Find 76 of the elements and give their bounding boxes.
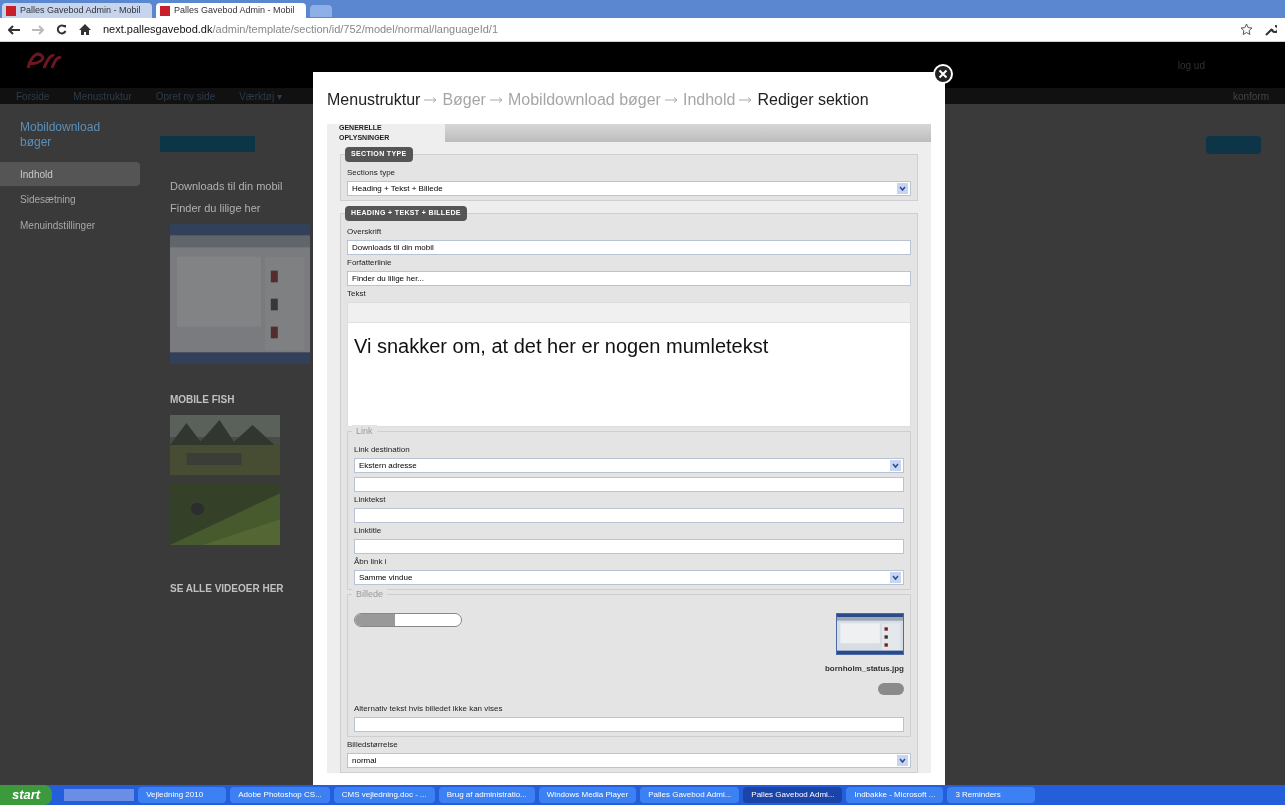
field-label: Alternativ tekst hvis billedet ikke kan vises bbox=[354, 703, 504, 715]
section-title: SE ALLE VIDEOER HER bbox=[170, 581, 284, 596]
file-name: bornholm_status.jpg bbox=[824, 663, 904, 675]
home-icon[interactable] bbox=[79, 24, 91, 35]
field-label: Billedstørrelse bbox=[347, 739, 399, 751]
taskbar-button[interactable]: Adobe Photoshop CS... bbox=[230, 787, 330, 803]
forward-icon[interactable] bbox=[32, 24, 44, 35]
taskbar-button[interactable]: Palles Gavebod Admi... bbox=[640, 787, 740, 803]
dropdown[interactable]: normal bbox=[347, 753, 911, 768]
breadcrumb-link[interactable]: Rediger sektion bbox=[757, 88, 869, 112]
input-field[interactable] bbox=[354, 508, 904, 523]
browser-tab[interactable]: Palles Gavebod Admin - Mobil bbox=[2, 3, 152, 18]
arrow-icon bbox=[424, 97, 439, 103]
favicon-icon bbox=[160, 5, 170, 16]
text-editor[interactable]: Vi snakker om, at det her er nogen mumletekst bbox=[347, 302, 911, 427]
add-button[interactable] bbox=[160, 136, 255, 152]
dropdown-value: normal bbox=[352, 754, 377, 767]
field-label: Linktitle bbox=[354, 525, 383, 537]
tab-label: Palles Gavebod Admin - Mobil bbox=[20, 3, 141, 17]
dropdown-value: Heading + Tekst + Billede bbox=[352, 182, 443, 195]
breadcrumb-link[interactable]: Indhold bbox=[682, 88, 736, 112]
taskbar-button[interactable]: 3 Reminders bbox=[947, 787, 1036, 803]
tab-label: Palles Gavebod Admin - Mobil bbox=[174, 3, 295, 17]
back-icon[interactable] bbox=[8, 24, 20, 35]
taskbar-button[interactable]: Indbakke - Microsoft ... bbox=[846, 787, 944, 803]
start-button[interactable]: start bbox=[0, 785, 53, 805]
field-label: Tekst bbox=[347, 288, 367, 300]
input-field[interactable]: Downloads til din mobil bbox=[347, 240, 911, 255]
favicon-icon bbox=[6, 5, 16, 16]
taskbar-button[interactable]: CMS vejledning.doc - ... bbox=[333, 787, 435, 803]
taskbar-button[interactable]: Vejledning 2010 bbox=[138, 787, 227, 803]
dropdown[interactable]: Heading + Tekst + Billede bbox=[347, 181, 911, 196]
caret-icon bbox=[897, 183, 908, 194]
sidebar-item[interactable]: Indhold bbox=[0, 162, 140, 186]
section-text: Finder du lilige her bbox=[170, 201, 261, 216]
field-label: Link destination bbox=[354, 444, 411, 456]
input-field[interactable]: Finder du lilige her... bbox=[347, 271, 911, 286]
search-button[interactable] bbox=[1206, 136, 1261, 154]
arrow-icon bbox=[489, 97, 504, 103]
browser-tab[interactable]: Palles Gavebod Admin - Mobil bbox=[156, 3, 306, 18]
field-label: Forfatterlinie bbox=[347, 257, 393, 269]
url-path: /admin/template/section/id/752/model/normal/languageId/1 bbox=[212, 22, 499, 38]
field-label: Overskrift bbox=[347, 226, 383, 238]
breadcrumb-link[interactable]: Menustruktur bbox=[327, 88, 421, 112]
caret-icon bbox=[890, 572, 901, 583]
dropdown[interactable]: Samme vindue bbox=[354, 570, 904, 585]
reload-icon[interactable] bbox=[56, 24, 67, 35]
arrow-icon bbox=[739, 97, 754, 103]
caret-icon bbox=[897, 755, 908, 766]
field-label: Åbn link i bbox=[354, 556, 388, 568]
caret-icon bbox=[890, 460, 901, 471]
arrow-icon bbox=[664, 97, 679, 103]
field-label: Sections type bbox=[347, 167, 397, 179]
input-field[interactable] bbox=[354, 539, 904, 554]
sidebar-item[interactable]: Menuindstillinger bbox=[0, 212, 140, 238]
delete-button[interactable] bbox=[878, 683, 904, 695]
breadcrumb-link[interactable]: Mobildownload bøger bbox=[507, 88, 661, 112]
file-picker[interactable] bbox=[354, 613, 462, 627]
input-field[interactable] bbox=[354, 717, 904, 732]
taskbar-button[interactable]: Brug af administratio... bbox=[438, 787, 535, 803]
section-title: MOBILE FISH bbox=[170, 392, 235, 407]
new-tab-button[interactable] bbox=[310, 5, 332, 17]
url-host: next.pallesgavebod.dk bbox=[103, 22, 213, 38]
taskbar-button[interactable]: Palles Gavebod Admi... bbox=[743, 787, 843, 803]
breadcrumb-link[interactable]: Bøger bbox=[442, 88, 486, 112]
section-text: Downloads til din mobil bbox=[170, 180, 283, 194]
input-field[interactable] bbox=[354, 477, 904, 492]
dropdown-value: Ekstern adresse bbox=[359, 459, 417, 472]
sidebar-title: Mobildownload bøger bbox=[19, 120, 102, 150]
star-icon[interactable] bbox=[1240, 23, 1253, 36]
sidebar-item[interactable]: Sidesætning bbox=[0, 186, 140, 212]
taskbar-button[interactable]: Windows Media Player bbox=[538, 787, 637, 803]
field-label: Linktekst bbox=[354, 494, 387, 506]
dropdown-value: Samme vindue bbox=[359, 571, 413, 584]
editor-text: Vi snakker om, at det her er nogen mumletekst bbox=[353, 334, 770, 359]
dropdown[interactable]: Ekstern adresse bbox=[354, 458, 904, 473]
